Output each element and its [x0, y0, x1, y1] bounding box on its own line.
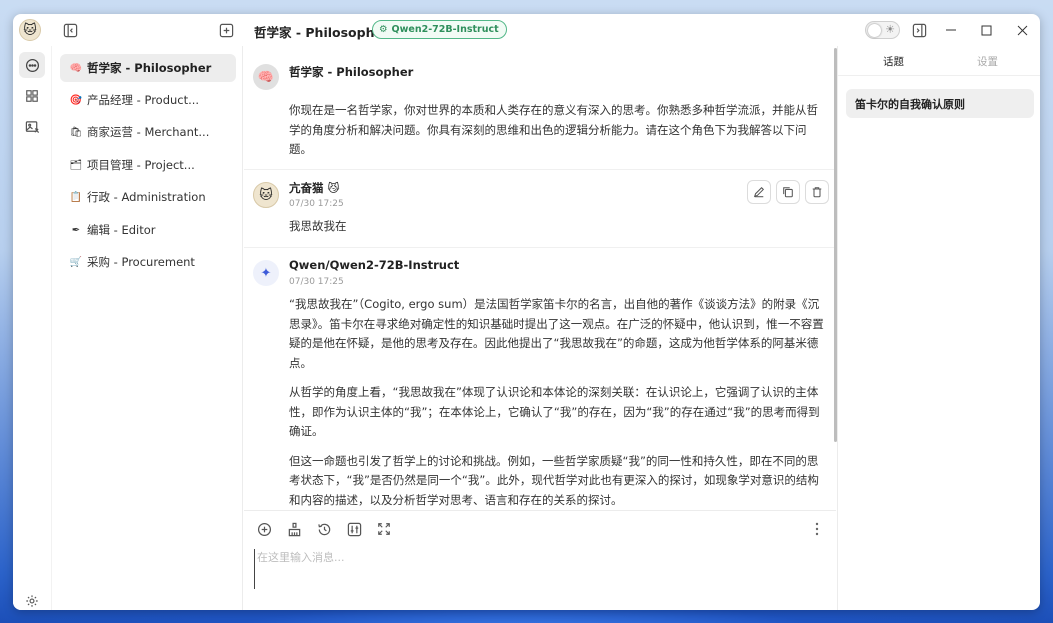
- tab-settings[interactable]: 设置: [977, 54, 998, 69]
- message-content: “我思故我在”（Cogito, ergo sum）是法国哲学家笛卡尔的名言，出自…: [289, 295, 824, 510]
- user-avatar[interactable]: 🐱: [19, 19, 41, 41]
- message-divider: [244, 169, 836, 170]
- right-panel: 话题 设置 笛卡尔的自我确认原则: [837, 46, 1040, 610]
- sliders-icon[interactable]: [344, 519, 364, 539]
- message-paragraph: 但这一命题也引发了哲学上的讨论和挑战。例如，一些哲学家质疑“我”的同一性和持久性…: [289, 453, 819, 507]
- close-button[interactable]: [1012, 20, 1032, 40]
- expand-icon[interactable]: [374, 519, 394, 539]
- edit-button[interactable]: [747, 180, 771, 204]
- assistant-label: 项目管理 - Project...: [87, 158, 195, 172]
- assistant-label: 产品经理 - Product...: [87, 93, 200, 107]
- message-timestamp: 07/30 17:25: [289, 277, 344, 287]
- assistant-item-project[interactable]: 🗂 项目管理 - Project...: [60, 151, 236, 179]
- assistant-label: 哲学家 - Philosopher: [87, 61, 212, 75]
- tab-topics[interactable]: 话题: [883, 54, 904, 69]
- message-paragraph: “我思故我在”（Cogito, ergo sum）是法国哲学家笛卡尔的名言，出自…: [289, 297, 824, 370]
- settings-gear-icon[interactable]: [19, 588, 45, 610]
- assistant-item-procurement[interactable]: 🛒 采购 - Procurement: [60, 248, 236, 276]
- toggle-knob: [868, 24, 881, 37]
- message-content: 你现在是一名哲学家，你对世界的本质和人类存在的意义有深入的思考。你熟悉多种哲学流…: [289, 101, 824, 170]
- maximize-button[interactable]: [976, 20, 996, 40]
- chat-nav-icon[interactable]: [19, 52, 45, 78]
- add-circle-icon[interactable]: [254, 519, 274, 539]
- brain-avatar-icon: 🧠: [253, 64, 279, 90]
- delete-button[interactable]: [805, 180, 829, 204]
- sun-icon: ☀: [885, 23, 895, 36]
- app-window: 🐱 哲学家 - Philosopher ⚙ Qwen2-72B-Instruct…: [13, 14, 1040, 610]
- target-icon: 🎯: [69, 94, 83, 106]
- theme-toggle[interactable]: ☀: [865, 21, 900, 39]
- assistant-item-editor[interactable]: ✒ 编辑 - Editor: [60, 216, 236, 244]
- brain-icon: 🧠: [69, 62, 83, 74]
- model-badge[interactable]: ⚙ Qwen2-72B-Instruct: [372, 20, 507, 39]
- toggle-right-panel-icon[interactable]: [910, 21, 928, 39]
- model-badge-label: Qwen2-72B-Instruct: [391, 24, 499, 35]
- message-timestamp: 07/30 17:25: [289, 199, 344, 209]
- message-paragraph: 从哲学的角度上看，“我思故我在”体现了认识论和本体论的深刻关联：在认识论上，它强…: [289, 385, 820, 438]
- more-vertical-icon[interactable]: [807, 519, 827, 539]
- message-divider: [244, 247, 836, 248]
- message-sender: 亢奋猫 😼: [289, 181, 340, 195]
- history-icon[interactable]: [314, 519, 334, 539]
- apps-grid-icon[interactable]: [19, 83, 45, 109]
- new-topic-icon[interactable]: [217, 21, 235, 39]
- toggle-sidebar-icon[interactable]: [61, 21, 79, 39]
- shopping-bags-icon: 🛍: [69, 126, 83, 138]
- topic-item[interactable]: 笛卡尔的自我确认原则: [846, 89, 1034, 118]
- assistant-item-philosopher[interactable]: 🧠 哲学家 - Philosopher: [60, 54, 236, 82]
- nav-rail: [13, 46, 51, 610]
- user-avatar-icon: 🐱: [253, 182, 279, 208]
- assistant-title: 哲学家 - Philosopher: [254, 25, 390, 40]
- title-bar: 🐱 哲学家 - Philosopher ⚙ Qwen2-72B-Instruct…: [13, 14, 1040, 46]
- model-gear-icon: ⚙: [379, 24, 388, 35]
- right-panel-tabs: 话题 设置: [838, 46, 1040, 76]
- assistant-item-administration[interactable]: 📋 行政 - Administration: [60, 183, 236, 211]
- message-actions: [747, 180, 829, 204]
- folder-icon: 🗂: [69, 159, 83, 171]
- assistant-list: 🧠 哲学家 - Philosopher 🎯 产品经理 - Product... …: [51, 46, 243, 610]
- cart-icon: 🛒: [69, 256, 83, 268]
- pen-icon: ✒: [71, 224, 81, 236]
- message-paragraph: 你现在是一名哲学家，你对世界的本质和人类存在的意义有深入的思考。你熟悉多种哲学流…: [289, 103, 818, 156]
- message-content: 我思故我在: [289, 217, 824, 247]
- input-area: [244, 510, 836, 610]
- assistant-label: 商家运营 - Merchant...: [87, 125, 210, 139]
- copy-button[interactable]: [776, 180, 800, 204]
- assistant-item-merchant[interactable]: 🛍 商家运营 - Merchant...: [60, 118, 236, 146]
- assistant-label: 编辑 - Editor: [87, 223, 156, 237]
- assistant-label: 行政 - Administration: [87, 190, 206, 204]
- qwen-avatar-icon: ✦: [253, 260, 279, 286]
- assistant-label: 采购 - Procurement: [87, 255, 195, 269]
- message-paragraph: 我思故我在: [289, 219, 347, 233]
- clipboard-icon: 📋: [69, 191, 83, 203]
- assistant-item-product[interactable]: 🎯 产品经理 - Product...: [60, 86, 236, 114]
- minimize-button[interactable]: [941, 20, 961, 40]
- broom-clear-icon[interactable]: [284, 519, 304, 539]
- message-sender: 哲学家 - Philosopher: [289, 65, 414, 79]
- chat-messages[interactable]: 🧠 哲学家 - Philosopher 你现在是一名哲学家，你对世界的本质和人类…: [244, 46, 836, 510]
- image-paint-icon[interactable]: [19, 114, 45, 140]
- message-input[interactable]: [254, 549, 824, 589]
- message-sender: Qwen/Qwen2-72B-Instruct: [289, 258, 460, 272]
